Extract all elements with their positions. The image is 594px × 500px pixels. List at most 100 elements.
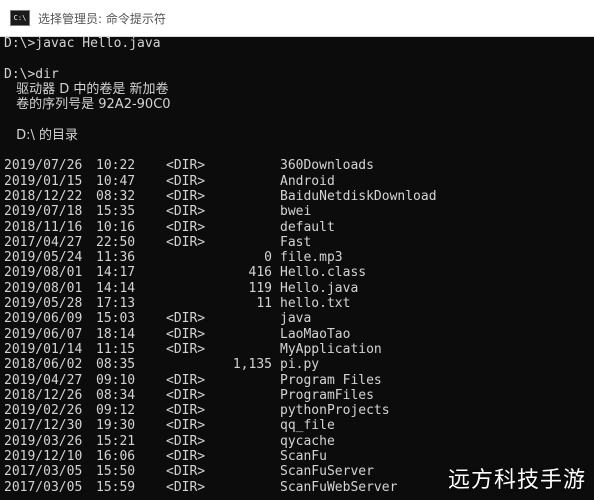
listing-row: 2019/01/15 10:47 <DIR> Android bbox=[0, 174, 594, 189]
volume-label-line: 驱动器 D 中的卷是 新加卷 bbox=[12, 81, 169, 97]
entry-size: 0 bbox=[264, 250, 272, 266]
listing-row: 2018/12/26 08:34 <DIR> ProgramFiles bbox=[0, 388, 594, 403]
entry-dir-tag: <DIR> bbox=[166, 372, 206, 388]
entry-name: qycache bbox=[280, 433, 335, 449]
entry-date: 2019/03/26 bbox=[4, 433, 83, 449]
entry-name: Hello.class bbox=[280, 265, 367, 281]
entry-dir-tag: <DIR> bbox=[166, 387, 206, 403]
entry-dir-tag: <DIR> bbox=[166, 449, 206, 465]
entry-date: 2017/03/05 bbox=[4, 464, 83, 480]
entry-date: 2019/08/01 bbox=[4, 280, 83, 296]
entry-dir-tag: <DIR> bbox=[166, 219, 206, 235]
command-line: D:\>dir bbox=[4, 66, 59, 82]
entry-date: 2019/06/09 bbox=[4, 311, 83, 327]
entry-dir-tag: <DIR> bbox=[166, 479, 206, 495]
entry-dir-tag: <DIR> bbox=[166, 234, 206, 250]
entry-date: 2019/08/01 bbox=[4, 265, 83, 281]
listing-row: 2019/05/28 17:13 11 hello.txt bbox=[0, 296, 594, 311]
entry-date: 2019/05/24 bbox=[4, 250, 83, 266]
entry-name: BaiduNetdiskDownload bbox=[280, 188, 437, 204]
window-title: 选择管理员: 命令提示符 bbox=[38, 11, 166, 26]
entry-date: 2019/04/27 bbox=[4, 372, 83, 388]
entry-time: 10:22 bbox=[96, 158, 136, 174]
entry-date: 2017/03/05 bbox=[4, 479, 83, 495]
entry-dir-tag: <DIR> bbox=[166, 403, 206, 419]
entry-name: java bbox=[280, 311, 312, 327]
entry-name: hello.txt bbox=[280, 296, 351, 312]
listing-row: 2019/08/01 14:17 416 Hello.class bbox=[0, 265, 594, 280]
entry-name: Fast bbox=[280, 234, 312, 250]
entry-name: ProgramFiles bbox=[280, 387, 374, 403]
entry-time: 19:30 bbox=[96, 418, 136, 434]
entry-time: 15:03 bbox=[96, 311, 136, 327]
listing-row: 2018/11/16 10:16 <DIR> default bbox=[0, 220, 594, 235]
entry-time: 18:14 bbox=[96, 326, 136, 342]
entry-dir-tag: <DIR> bbox=[166, 326, 206, 342]
entry-name: LaoMaoTao bbox=[280, 326, 351, 342]
entry-name: ScanFu bbox=[280, 449, 327, 465]
entry-name: default bbox=[280, 219, 335, 235]
listing-row: 2017/04/27 22:50 <DIR> Fast bbox=[0, 235, 594, 250]
window-titlebar[interactable]: C:\ 选择管理员: 命令提示符 bbox=[0, 0, 594, 37]
listing-row: 2019/07/18 15:35 <DIR> bwei bbox=[0, 204, 594, 219]
listing-row: 2017/12/30 19:30 <DIR> qq_file bbox=[0, 418, 594, 433]
entry-date: 2017/04/27 bbox=[4, 234, 83, 250]
listing-row: 2019/03/26 15:21 <DIR> qycache bbox=[0, 434, 594, 449]
console-output[interactable]: D:\>javac Hello.java D:\>dir 驱动器 D 中的卷是 … bbox=[0, 36, 594, 500]
listing-row: 2019/07/26 10:22 <DIR> 360Downloads bbox=[0, 158, 594, 173]
entry-size: 1,135 bbox=[232, 357, 272, 373]
entry-dir-tag: <DIR> bbox=[166, 464, 206, 480]
listing-row: 2019/08/01 14:14 119 Hello.java bbox=[0, 281, 594, 296]
directory-listing: 2019/07/26 10:22 <DIR> 360Downloads 2019/01/… bbox=[0, 158, 594, 495]
entry-time: 11:15 bbox=[96, 341, 136, 357]
entry-dir-tag: <DIR> bbox=[166, 311, 206, 327]
entry-time: 16:06 bbox=[96, 449, 136, 465]
entry-date: 2019/07/26 bbox=[4, 158, 83, 174]
entry-date: 2019/01/15 bbox=[4, 173, 83, 189]
entry-time: 15:50 bbox=[96, 464, 136, 480]
listing-row: 2019/05/24 11:36 0 file.mp3 bbox=[0, 250, 594, 265]
entry-date: 2018/12/26 bbox=[4, 387, 83, 403]
entry-time: 08:35 bbox=[96, 357, 136, 373]
volume-serial-line: 卷的序列号是 92A2-90C0 bbox=[12, 97, 171, 113]
listing-row: 2018/12/22 08:32 <DIR> BaiduNetdiskDownload bbox=[0, 189, 594, 204]
entry-name: ScanFuWebServer bbox=[280, 479, 398, 495]
entry-date: 2018/06/02 bbox=[4, 357, 83, 373]
entry-time: 14:14 bbox=[96, 280, 136, 296]
entry-date: 2019/06/07 bbox=[4, 326, 83, 342]
entry-name: ScanFuServer bbox=[280, 464, 374, 480]
entry-date: 2017/12/30 bbox=[4, 418, 83, 434]
entry-name: file.mp3 bbox=[280, 250, 343, 266]
command-prompt-icon: C:\ bbox=[10, 10, 30, 26]
entry-date: 2019/07/18 bbox=[4, 204, 83, 220]
entry-date: 2019/02/26 bbox=[4, 403, 83, 419]
listing-row: 2019/02/26 09:12 <DIR> pythonProjects bbox=[0, 403, 594, 418]
listing-row: 2019/06/09 15:03 <DIR> java bbox=[0, 311, 594, 326]
entry-time: 09:12 bbox=[96, 403, 136, 419]
entry-dir-tag: <DIR> bbox=[166, 173, 206, 189]
listing-row: 2018/06/02 08:35 1,135 pi.py bbox=[0, 357, 594, 372]
entry-name: pi.py bbox=[280, 357, 320, 373]
entry-time: 08:34 bbox=[96, 387, 136, 403]
entry-name: 360Downloads bbox=[280, 158, 374, 174]
entry-name: Android bbox=[280, 173, 335, 189]
entry-date: 2019/05/28 bbox=[4, 296, 83, 312]
entry-name: bwei bbox=[280, 204, 312, 220]
entry-time: 11:36 bbox=[96, 250, 136, 266]
entry-time: 10:47 bbox=[96, 173, 136, 189]
listing-row: 2019/06/07 18:14 <DIR> LaoMaoTao bbox=[0, 327, 594, 342]
listing-row: 2019/04/27 09:10 <DIR> Program Files bbox=[0, 373, 594, 388]
entry-time: 15:35 bbox=[96, 204, 136, 220]
entry-time: 22:50 bbox=[96, 234, 136, 250]
entry-time: 15:21 bbox=[96, 433, 136, 449]
command-line: D:\>javac Hello.java bbox=[4, 36, 161, 51]
entry-dir-tag: <DIR> bbox=[166, 418, 206, 434]
entry-name: MyApplication bbox=[280, 341, 382, 357]
entry-dir-tag: <DIR> bbox=[166, 433, 206, 449]
entry-dir-tag: <DIR> bbox=[166, 204, 206, 220]
entry-name: Program Files bbox=[280, 372, 382, 388]
entry-dir-tag: <DIR> bbox=[166, 341, 206, 357]
